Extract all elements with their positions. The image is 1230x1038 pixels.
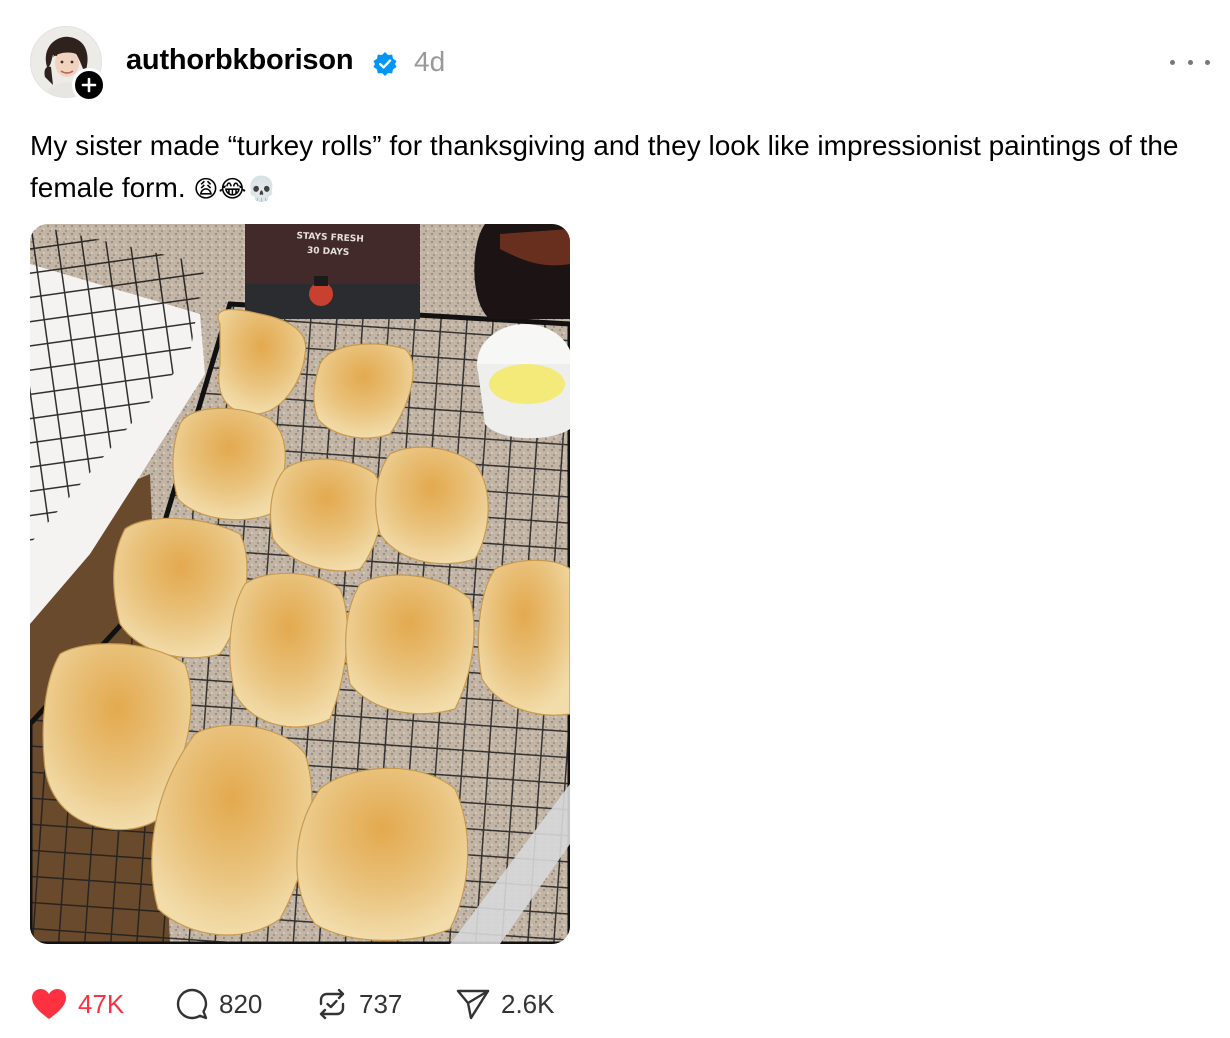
plus-icon	[81, 77, 97, 93]
share-button[interactable]: 2.6K	[455, 980, 555, 1028]
send-icon	[456, 989, 490, 1020]
author-username[interactable]: authorbkborison	[126, 44, 354, 77]
action-bar: 47K 820 737 2.6K	[30, 980, 730, 1028]
more-icon-dot	[1205, 59, 1210, 65]
more-icon	[1170, 59, 1175, 65]
repost-icon	[319, 988, 345, 1020]
reply-button[interactable]: 820	[175, 980, 262, 1028]
thread-post: authorbkborison 4d My sister made “turke…	[0, 0, 1230, 1038]
more-icon-dot	[1187, 59, 1193, 65]
post-caption: My sister made “turkey rolls” for thanks…	[30, 125, 1180, 210]
reply-count: 820	[219, 988, 263, 1019]
repost-button[interactable]: 737	[315, 980, 402, 1028]
verified-badge-icon	[373, 52, 397, 76]
like-count: 47K	[78, 988, 125, 1019]
author-avatar[interactable]	[30, 26, 106, 102]
post-timestamp[interactable]: 4d	[414, 46, 445, 78]
share-count: 2.6K	[501, 988, 555, 1019]
comment-icon	[176, 988, 208, 1020]
follow-button[interactable]	[72, 68, 106, 102]
turkey-rolls-photo: STAYS FRESH 30 DAYS	[30, 224, 570, 944]
repost-count: 737	[359, 988, 403, 1019]
post-image[interactable]: STAYS FRESH 30 DAYS	[30, 224, 570, 944]
heart-icon	[32, 989, 66, 1019]
caption-emojis: 😩😂💀	[193, 175, 277, 203]
more-options-button[interactable]	[1170, 50, 1210, 74]
like-button[interactable]: 47K	[30, 980, 124, 1028]
